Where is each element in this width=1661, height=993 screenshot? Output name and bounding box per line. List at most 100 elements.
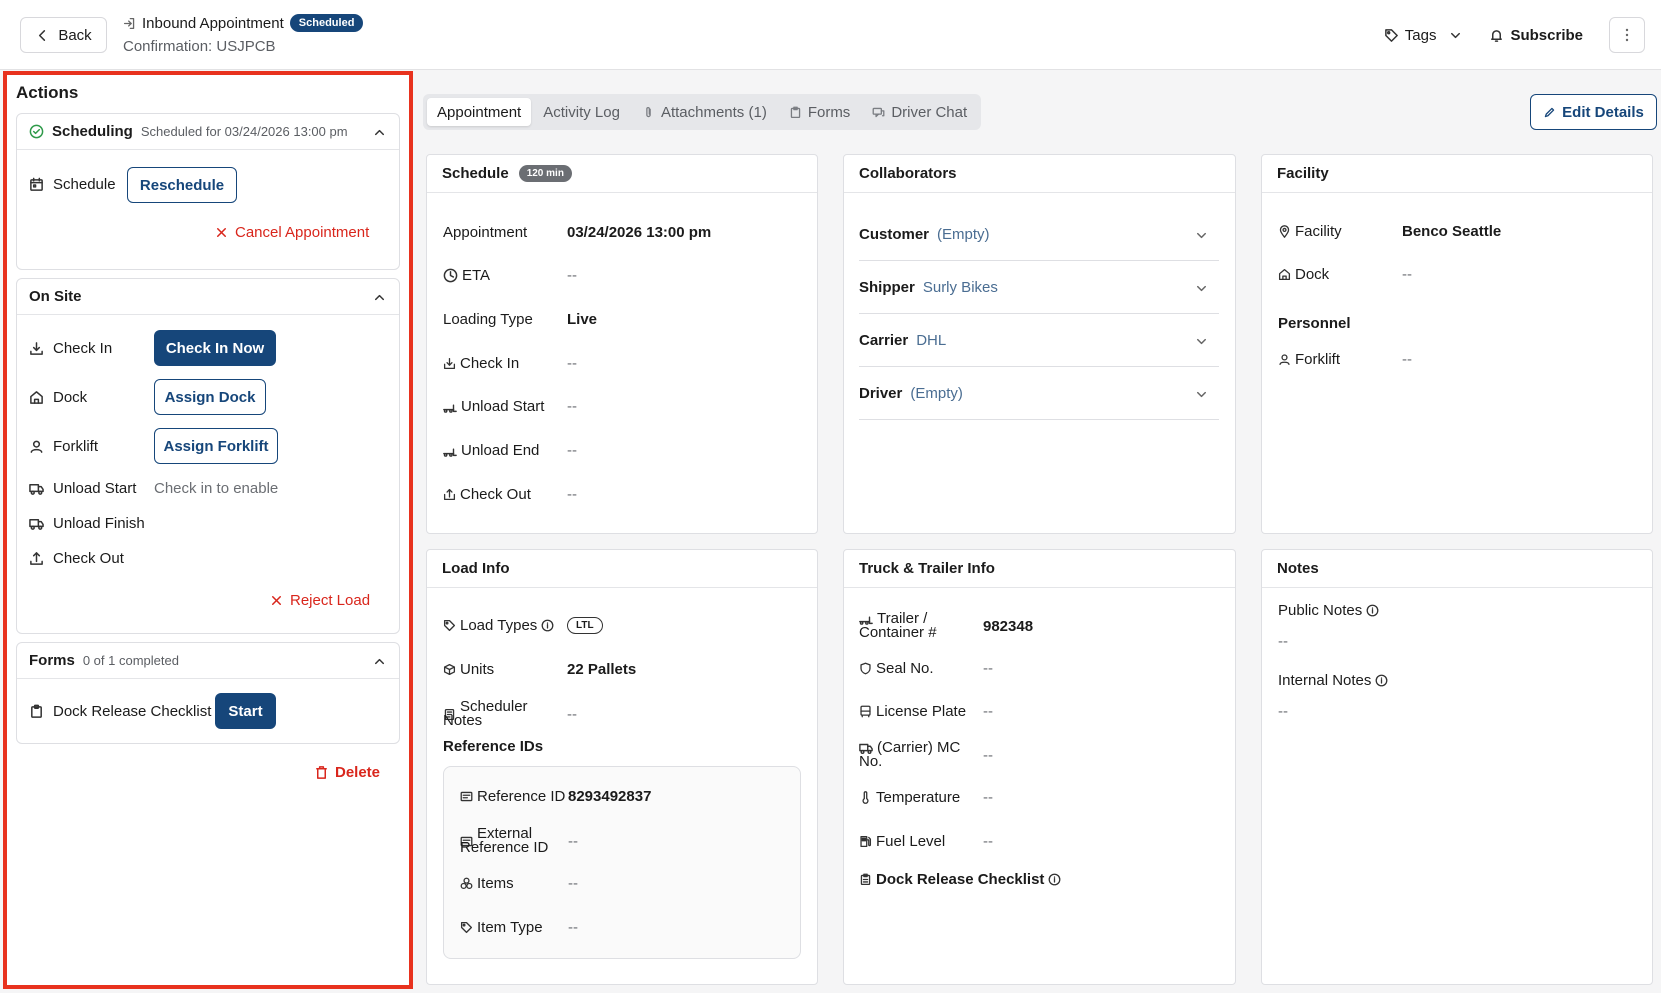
clock-icon [443,268,458,283]
field-label: Internal Notes [1278,672,1372,689]
delete-link[interactable]: Delete [314,764,380,781]
schedule-title: Schedule [442,165,509,182]
eta-field: ETA -- [443,267,577,284]
tag-icon [1384,28,1398,42]
tags-dropdown[interactable]: Tags [1384,27,1464,44]
check-in-now-button[interactable]: Check In Now [154,330,276,366]
assign-dock-button[interactable]: Assign Dock [154,379,266,415]
unload-finish-label: Unload Finish [53,515,145,532]
info-icon[interactable] [1375,674,1388,687]
trash-icon [316,766,327,779]
truck-trailer-card: Truck & Trailer Info Trailer / Container … [843,549,1236,985]
info-icon[interactable] [1048,873,1061,886]
edit-details-button[interactable]: Edit Details [1530,94,1657,130]
page-title-row: Inbound Appointment Scheduled [123,14,364,32]
truck-icon [29,519,44,530]
tab-driver-chat[interactable]: Driver Chat [862,98,977,126]
unload-start-row: Unload Start [29,480,136,497]
carrier-dropdown[interactable]: Carrier DHL [859,315,1219,367]
info-icon[interactable] [541,619,554,632]
seal-field: Seal No. -- [859,660,993,677]
shipper-dropdown[interactable]: Shipper Surly Bikes [859,262,1219,314]
tab-bar: Appointment Activity Log Attachments (1)… [423,94,982,130]
subscribe-label: Subscribe [1510,26,1583,44]
tab-label: Forms [807,103,851,121]
unload-start-hint: Check in to enable [154,480,279,497]
schedule-card: Schedule 120 min Appointment 03/24/2026 … [426,154,818,534]
field-label: Customer [859,226,930,243]
chevron-up-icon [375,294,384,301]
reference-id-field: Reference ID 8293492837 [460,788,651,805]
cancel-appointment-link[interactable]: Cancel Appointment [214,224,369,241]
facility-forklift-field: Forklift -- [1278,351,1412,368]
clipboard-icon [790,106,801,118]
driver-dropdown[interactable]: Driver (Empty) [859,368,1219,420]
upload-icon [443,488,456,501]
tags-label: Tags [1404,26,1437,44]
tab-activity-log[interactable]: Activity Log [533,98,630,126]
start-form-button[interactable]: Start [215,693,276,729]
chevron-down-icon [1197,391,1206,398]
more-vertical-icon [1625,28,1629,42]
field-value: -- [567,355,577,372]
assign-forklift-button[interactable]: Assign Forklift [154,428,278,464]
customer-dropdown[interactable]: Customer (Empty) [859,209,1219,261]
boxes-icon [460,877,473,890]
personnel-heading: Personnel [1278,315,1351,332]
back-button[interactable]: Back [20,17,107,53]
field-label: Forklift [1295,351,1340,368]
public-notes-value: -- [1278,633,1288,650]
unload-end-field: Unload End -- [443,442,577,459]
tab-appointment[interactable]: Appointment [427,98,532,126]
tab-label: Driver Chat [891,103,968,121]
tab-forms[interactable]: Forms [779,98,861,126]
internal-notes-field: Internal Notes [1278,672,1388,689]
chevron-down-icon [1197,285,1206,292]
facility-card-header: Facility [1262,155,1652,193]
load-info-card-header: Load Info [427,550,817,588]
status-badge: Scheduled [289,14,364,32]
scheduling-header[interactable]: Scheduling Scheduled for 03/24/2026 13:0… [17,114,399,150]
more-options-button[interactable] [1609,17,1645,53]
forms-header[interactable]: Forms 0 of 1 completed [17,643,399,679]
info-icon[interactable] [1366,604,1379,617]
scheduler-notes-field: Scheduler Notes -- [443,699,577,728]
page-title: Inbound Appointment [142,14,284,32]
clipboard-icon [860,873,871,886]
notes-card-header: Notes [1262,550,1652,588]
field-label: Seal No. [876,660,934,677]
field-label: Appointment [443,224,528,241]
facility-dock-field: Dock -- [1278,266,1412,283]
forklift-icon [443,404,457,413]
field-label: Public Notes [1278,602,1363,619]
tab-attachments[interactable]: Attachments (1) [632,98,777,126]
bus-icon [860,705,871,718]
close-icon [217,228,226,237]
forklift-row: Forklift [29,438,98,455]
dock-release-checklist-label: Dock Release Checklist [53,703,212,720]
field-value: -- [567,705,577,723]
field-label: Dock Release Checklist [876,871,1045,888]
reject-load-label: Reject Load [290,592,371,609]
field-label: Check In [460,355,520,372]
public-notes-field: Public Notes [1278,602,1379,619]
thermometer-icon [862,791,869,804]
on-site-section: On Site Check In Check In Now Dock Assig… [16,278,400,634]
subscribe-button[interactable]: Subscribe [1489,27,1583,44]
field-value: DHL [916,332,947,349]
field-label: Fuel Level [876,833,946,850]
field-value: -- [568,875,578,892]
field-value: 8293492837 [568,788,652,805]
field-label: Dock [1295,266,1330,283]
trailer-field: Trailer / Container # 982348 [859,611,1033,640]
loading-type-field: Loading Type Live [443,311,597,328]
reschedule-button[interactable]: Reschedule [127,167,237,203]
download-icon [443,357,456,370]
tag-icon [443,619,456,632]
facility-title: Facility [1277,165,1329,182]
reject-load-link[interactable]: Reject Load [269,592,370,609]
carrier-mc-field: (Carrier) MC No. -- [859,740,993,769]
tab-label: Attachments (1) [660,103,767,121]
on-site-header[interactable]: On Site [17,279,399,315]
field-value: -- [567,398,577,415]
